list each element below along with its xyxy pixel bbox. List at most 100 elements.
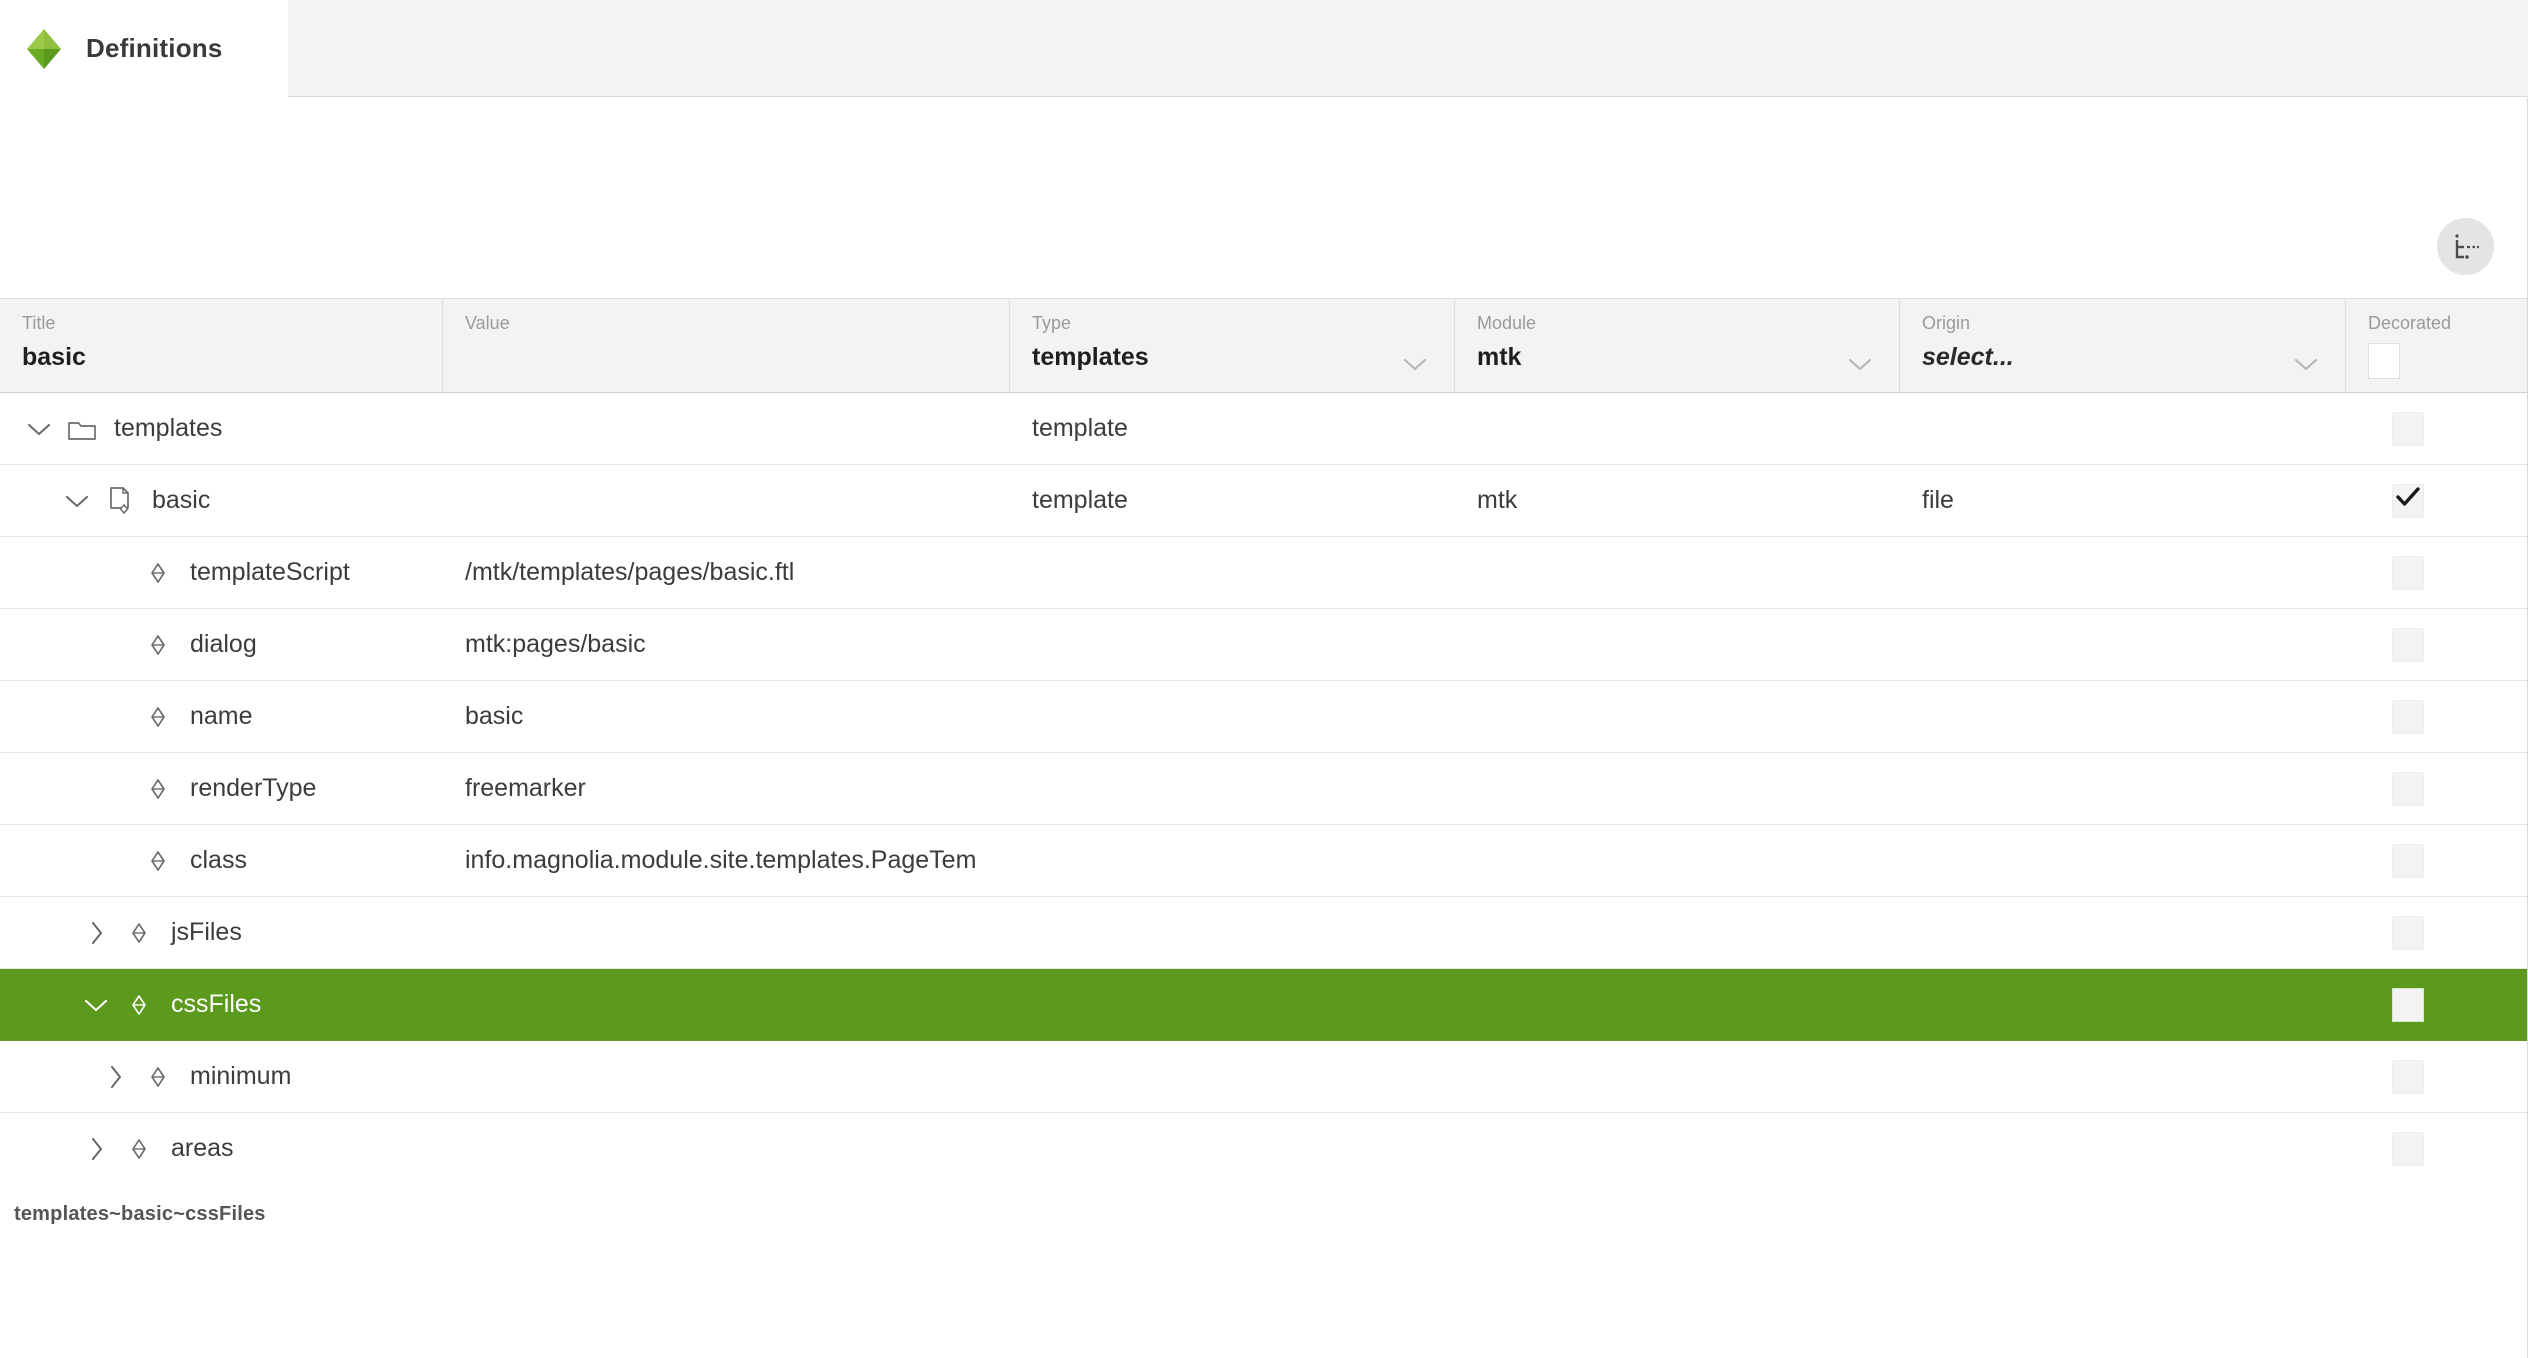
cell-origin: file <box>1922 486 1954 514</box>
table-row[interactable]: renderType freemarker <box>0 753 2528 825</box>
tree-hierarchy-icon-button[interactable] <box>2437 218 2494 275</box>
cell-decorated <box>2346 753 2528 824</box>
column-header-type: Type templates <box>1010 299 1455 392</box>
status-bar-path: templates~basic~cssFiles <box>14 1202 266 1225</box>
cell-value: basic <box>465 702 524 730</box>
cell-title: jsFiles <box>0 897 443 968</box>
chevron-down-icon[interactable] <box>79 988 113 1022</box>
cell-type <box>1010 969 1455 1040</box>
cell-value <box>443 465 1010 536</box>
property-diamond-icon <box>142 557 174 589</box>
tab-definitions[interactable]: Definitions <box>0 0 288 98</box>
cell-module <box>1455 753 1900 824</box>
cell-origin <box>1900 1041 2346 1112</box>
decorated-checkbox[interactable] <box>2392 987 2424 1022</box>
cell-origin <box>1900 753 2346 824</box>
decorated-checkbox[interactable] <box>2392 411 2424 446</box>
column-header-label-value: Value <box>465 313 510 333</box>
decorated-checkbox[interactable] <box>2392 915 2424 950</box>
decorated-checkbox[interactable] <box>2392 555 2424 590</box>
table-row[interactable]: name basic <box>0 681 2528 753</box>
cell-value <box>443 969 1010 1040</box>
table-row[interactable]: cssFiles <box>0 969 2528 1041</box>
cell-decorated <box>2346 969 2528 1040</box>
chevron-down-icon[interactable] <box>2293 356 2319 372</box>
cell-title: class <box>0 825 443 896</box>
column-header-module: Module mtk <box>1455 299 1900 392</box>
cell-title: templates <box>0 393 443 464</box>
chevron-down-icon[interactable] <box>1847 356 1873 372</box>
filter-select-module[interactable]: mtk <box>1477 339 1877 375</box>
chevron-down-icon[interactable] <box>22 412 56 446</box>
filter-checkbox-decorated[interactable] <box>2368 343 2400 379</box>
table-row[interactable]: templates template <box>0 393 2528 465</box>
column-header-label-decorated: Decorated <box>2368 313 2452 333</box>
row-title-label: cssFiles <box>171 990 262 1018</box>
row-title-label: jsFiles <box>171 918 242 946</box>
row-title-label: areas <box>171 1134 234 1162</box>
cell-value <box>443 1041 1010 1112</box>
cell-title: basic <box>0 465 443 536</box>
row-title-label: minimum <box>190 1062 292 1090</box>
cell-decorated <box>2346 681 2528 752</box>
cell-origin <box>1900 897 2346 968</box>
chevron-right-icon[interactable] <box>98 1060 132 1094</box>
filter-select-origin[interactable]: select... <box>1922 339 2323 375</box>
cell-type: template <box>1032 486 1128 514</box>
cell-value: mtk:pages/basic <box>465 630 646 658</box>
cell-value: freemarker <box>465 774 586 802</box>
decorated-checkbox[interactable] <box>2392 843 2424 878</box>
expander-placeholder <box>98 556 132 590</box>
table-row[interactable]: templateScript/mtk/templates/pages/basic… <box>0 537 2528 609</box>
table-row[interactable]: class info.magnolia.module.site.templates… <box>0 825 2528 897</box>
cell-value: /mtk/templates/pages/basic.ftl <box>465 558 795 586</box>
status-bar: templates~basic~cssFiles <box>0 1168 2528 1260</box>
cell-module <box>1455 393 1900 464</box>
table-row[interactable]: basic template mtk file <box>0 465 2528 537</box>
cell-decorated <box>2346 1041 2528 1112</box>
table-row[interactable]: minimum <box>0 1041 2528 1113</box>
row-title-label: name <box>190 702 253 730</box>
cell-value <box>443 897 1010 968</box>
row-title-label: dialog <box>190 630 257 658</box>
decorated-checkbox[interactable] <box>2392 1131 2424 1166</box>
property-diamond-icon <box>142 845 174 877</box>
column-header-title: Title basic <box>0 299 443 392</box>
cell-module <box>1455 681 1900 752</box>
cell-origin <box>1900 537 2346 608</box>
property-diamond-icon <box>123 989 155 1021</box>
row-title-label: basic <box>152 486 211 514</box>
table-row[interactable]: jsFiles <box>0 897 2528 969</box>
decorated-checkbox[interactable] <box>2392 771 2424 806</box>
chevron-down-icon[interactable] <box>1402 356 1428 372</box>
tab-bar-empty-area <box>287 0 2528 97</box>
cell-origin <box>1900 681 2346 752</box>
tab-bar: Definitions <box>0 0 2528 98</box>
filter-input-title[interactable]: basic <box>22 339 420 375</box>
cell-type <box>1010 537 1455 608</box>
property-diamond-icon <box>142 1061 174 1093</box>
expander-placeholder <box>98 844 132 878</box>
decorated-checkbox[interactable] <box>2392 627 2424 662</box>
decorated-checkbox[interactable] <box>2392 483 2424 518</box>
decorated-checkbox[interactable] <box>2392 699 2424 734</box>
decorated-checkbox[interactable] <box>2392 1059 2424 1094</box>
chevron-down-icon[interactable] <box>60 484 94 518</box>
tab-definitions-label: Definitions <box>86 33 223 63</box>
table-row[interactable]: dialog mtk:pages/basic <box>0 609 2528 681</box>
property-diamond-icon <box>142 701 174 733</box>
cell-type <box>1010 825 1455 896</box>
folder-icon <box>66 413 98 445</box>
chevron-right-icon[interactable] <box>79 1132 113 1166</box>
chevron-right-icon[interactable] <box>79 916 113 950</box>
property-diamond-icon <box>123 917 155 949</box>
definition-file-icon <box>104 485 136 517</box>
row-title-label: class <box>190 846 247 874</box>
cell-module <box>1455 897 1900 968</box>
cell-decorated <box>2346 537 2528 608</box>
table-toolbar <box>0 98 2528 298</box>
column-header-label-type: Type <box>1032 313 1072 333</box>
cell-module <box>1455 537 1900 608</box>
cell-type <box>1010 1041 1455 1112</box>
filter-select-type[interactable]: templates <box>1032 339 1432 375</box>
